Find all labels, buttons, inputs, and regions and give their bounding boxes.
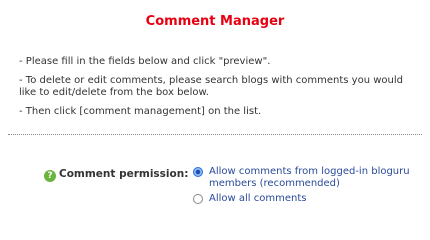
comment-permission-row: ? Comment permission: Allow comments from…	[44, 166, 414, 216]
instructions: - Please fill in the fields below and cl…	[19, 56, 414, 125]
radio-logged-in-members[interactable]	[193, 167, 203, 177]
option-logged-in-members[interactable]: Allow comments from logged-in bloguru me…	[193, 166, 423, 190]
comment-permission-options: Allow comments from logged-in bloguru me…	[193, 166, 423, 208]
page-title: Comment Manager	[145, 14, 285, 29]
comment-permission-label: ? Comment permission:	[44, 168, 188, 182]
comment-permission-label-text: Comment permission:	[59, 168, 189, 180]
instruction-line: - To delete or edit comments, please sea…	[19, 75, 403, 98]
instruction-line: - Then click [comment management] on the…	[19, 106, 262, 117]
option-label[interactable]: Allow comments from logged-in bloguru me…	[209, 166, 410, 189]
instruction-line: - Please fill in the fields below and cl…	[19, 56, 271, 67]
help-icon[interactable]: ?	[44, 170, 56, 182]
option-all-comments[interactable]: Allow all comments	[193, 193, 423, 205]
option-label[interactable]: Allow all comments	[209, 193, 306, 204]
radio-all-comments[interactable]	[193, 194, 203, 204]
divider	[8, 134, 422, 135]
